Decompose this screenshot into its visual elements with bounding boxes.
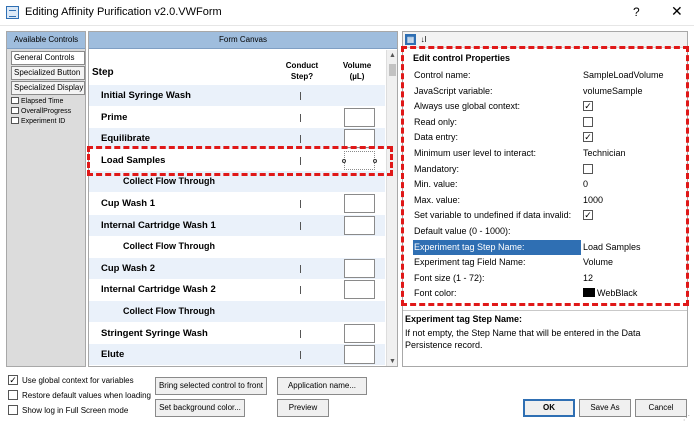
volume-input[interactable] <box>344 258 375 278</box>
specialized-display-button[interactable]: Specialized Display <box>11 81 85 95</box>
property-description-title: Experiment tag Step Name: <box>405 314 523 324</box>
volume-input[interactable] <box>344 345 375 365</box>
step-row: Internal Cartridge Wash 2 <box>89 279 385 300</box>
scroll-thumb[interactable] <box>389 64 396 76</box>
form-canvas: Form Canvas Step Conduct Step? Volume (µ… <box>88 31 398 367</box>
step-row: Elute <box>89 344 385 366</box>
application-name-button[interactable]: Application name... <box>277 377 367 395</box>
close-button[interactable]: ✕ <box>671 3 683 20</box>
restore-defaults-label: Restore default values when loading <box>22 391 151 400</box>
step-row: Collect Flow Through <box>89 301 385 322</box>
id-field-icon <box>11 117 19 124</box>
set-background-color-button[interactable]: Set background color... <box>155 399 245 417</box>
step-row: Collect Flow Through <box>89 236 385 257</box>
volume-input[interactable] <box>344 215 375 235</box>
conduct-step-checkbox[interactable] <box>300 200 301 208</box>
resize-grip-icon[interactable]: ⋰ <box>683 414 690 422</box>
help-button[interactable]: ? <box>633 5 640 19</box>
scroll-down-icon[interactable]: ▼ <box>389 358 396 365</box>
step-row: Stringent Syringe Wash <box>89 323 385 344</box>
conduct-step-checkbox[interactable] <box>300 221 301 230</box>
step-label[interactable]: Internal Cartridge Wash 2 <box>101 284 216 295</box>
column-header-conduct-step: Conduct Step? <box>285 61 319 81</box>
sort-alphabetical-icon[interactable]: ↓l <box>418 34 429 45</box>
preview-button[interactable]: Preview <box>277 399 329 417</box>
highlight-control-properties <box>401 46 689 306</box>
column-header-step: Step <box>92 67 114 78</box>
specialized-button-button[interactable]: Specialized Button <box>11 66 85 80</box>
step-label[interactable]: Initial Syringe Wash <box>101 90 191 101</box>
step-label[interactable]: Cup Wash 2 <box>101 263 155 274</box>
step-row: Prime <box>89 107 385 128</box>
step-label[interactable]: Cup Wash 1 <box>101 198 155 209</box>
column-header-volume: Volume (µL) <box>342 61 372 81</box>
form-canvas-header: Form Canvas <box>89 32 397 49</box>
conduct-step-checkbox[interactable] <box>300 286 301 295</box>
step-label[interactable]: Stringent Syringe Wash <box>101 328 208 339</box>
step-label[interactable]: Elute <box>101 349 124 360</box>
step-label[interactable]: Prime <box>101 112 127 123</box>
step-label[interactable]: Equilibrate <box>101 133 150 144</box>
step-label[interactable]: Collect Flow Through <box>123 241 215 251</box>
property-description-text: If not empty, the Step Name that will be… <box>405 328 641 350</box>
timer-icon <box>11 97 19 104</box>
window-title: Editing Affinity Purification v2.0.VWFor… <box>25 6 222 18</box>
step-row: Internal Cartridge Wash 1 <box>89 214 385 236</box>
scroll-up-icon[interactable]: ▲ <box>389 52 396 59</box>
step-label[interactable]: Collect Flow Through <box>123 176 215 186</box>
volume-input[interactable] <box>344 323 375 343</box>
general-controls-button[interactable]: General Controls <box>11 51 85 65</box>
save-as-button[interactable]: Save As <box>579 399 631 417</box>
step-row: Cup Wash 2 <box>89 257 385 279</box>
properties-divider <box>403 310 687 311</box>
use-global-context-checkbox[interactable]: ✓ <box>8 375 18 385</box>
categorized-view-icon[interactable]: ▦ <box>405 34 416 45</box>
conduct-step-checkbox[interactable] <box>300 113 301 122</box>
conduct-step-checkbox[interactable] <box>300 135 301 144</box>
canvas-scrollbar[interactable]: ▲ ▼ <box>386 50 397 366</box>
bring-to-front-button[interactable]: Bring selected control to front <box>155 377 267 395</box>
cancel-button[interactable]: Cancel <box>635 399 687 417</box>
step-label[interactable]: Internal Cartridge Wash 1 <box>101 220 216 231</box>
volume-input[interactable] <box>344 194 375 213</box>
step-row: Cup Wash 1 <box>89 193 385 214</box>
volume-input[interactable] <box>344 280 375 300</box>
use-global-context-label: Use global context for variables <box>22 376 134 385</box>
step-row: Initial Syringe Wash <box>89 85 385 106</box>
control-item-experiment-id[interactable]: Experiment ID <box>11 117 65 127</box>
title-bar: Editing Affinity Purification v2.0.VWFor… <box>0 0 694 26</box>
conduct-step-checkbox[interactable] <box>300 329 301 338</box>
conduct-step-checkbox[interactable] <box>300 264 301 273</box>
control-item-overall-progress[interactable]: OverallProgress <box>11 107 71 117</box>
conduct-step-checkbox[interactable] <box>300 351 301 360</box>
control-item-elapsed-time[interactable]: Elapsed Time <box>11 97 63 107</box>
available-controls-header: Available Controls <box>7 32 85 49</box>
restore-defaults-checkbox[interactable] <box>8 390 18 400</box>
show-log-fullscreen-label: Show log in Full Screen mode <box>22 406 129 415</box>
progress-bar-icon <box>11 107 19 114</box>
volume-input[interactable] <box>344 107 375 127</box>
show-log-fullscreen-checkbox[interactable] <box>8 405 18 415</box>
conduct-step-checkbox[interactable] <box>300 92 301 100</box>
highlight-load-samples-row <box>87 146 393 176</box>
ok-button[interactable]: OK <box>523 399 575 417</box>
available-controls-panel: Available Controls General Controls Spec… <box>6 31 86 367</box>
app-form-icon <box>6 6 19 19</box>
step-label[interactable]: Collect Flow Through <box>123 306 215 316</box>
